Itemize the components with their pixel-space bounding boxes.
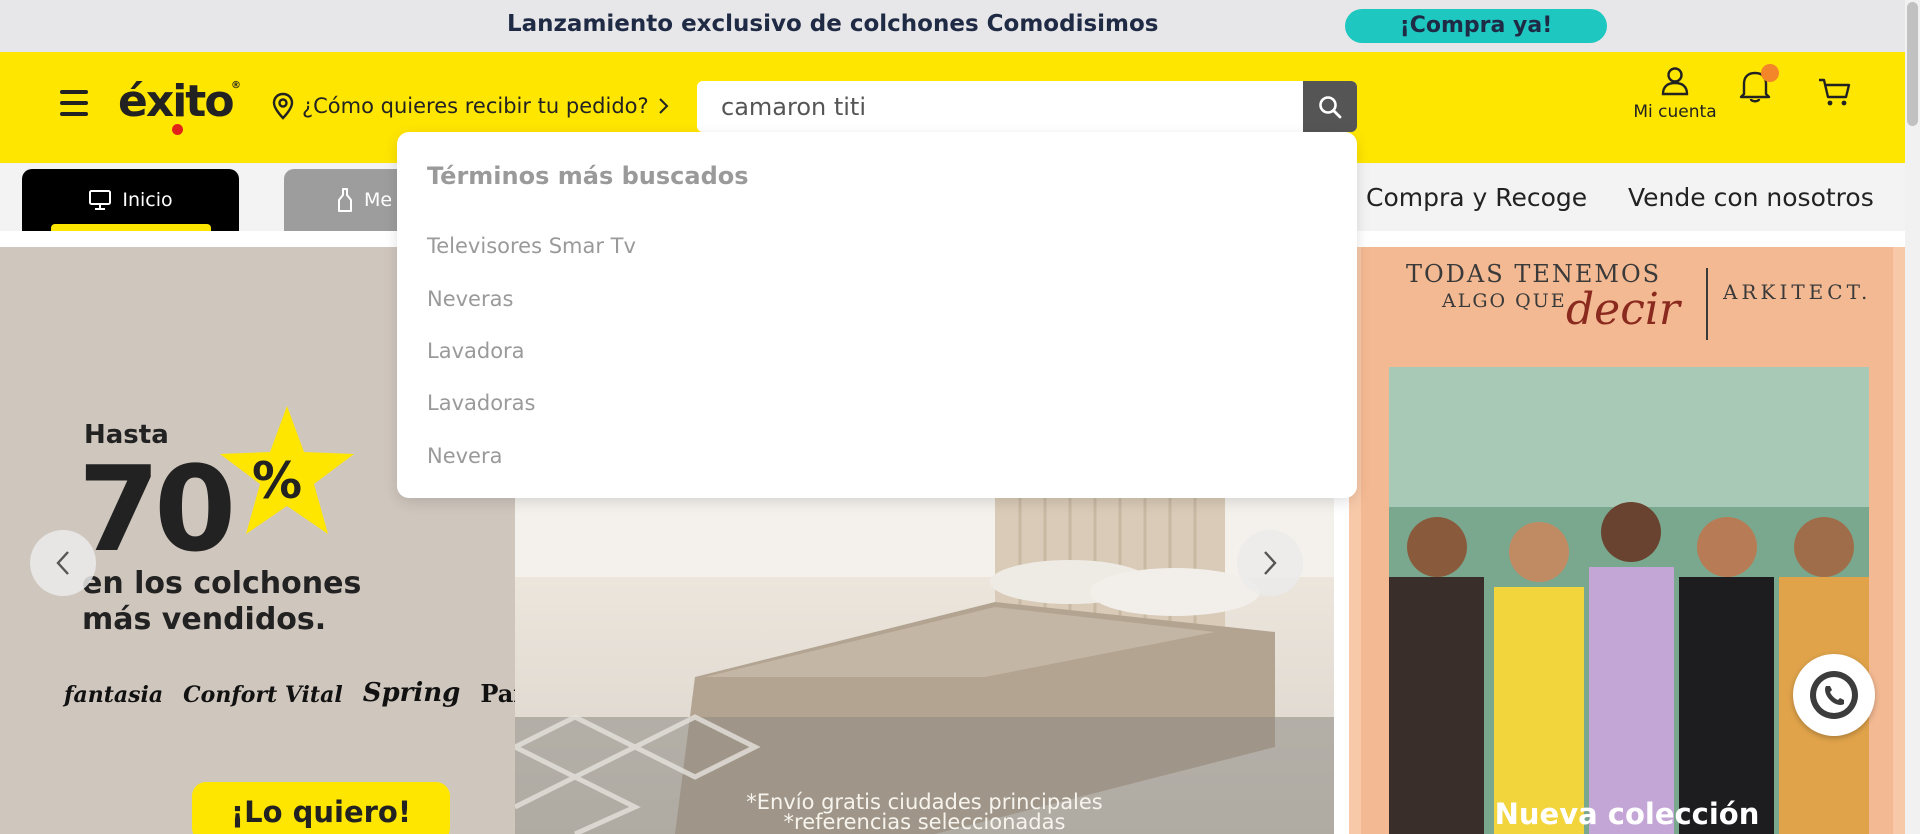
brand-spring: Spring [362,678,461,708]
nav-link-vende[interactable]: Vende con nosotros [1628,183,1874,212]
monitor-icon [89,190,112,210]
active-tab-indicator [51,224,211,231]
brand-confort-vital: Confort Vital [183,682,343,708]
hero-disclaimer: *Envío gratis ciudades principales *refe… [515,790,1334,834]
hero-disclaimer-2: *referencias seleccionadas [783,810,1066,834]
suggestion-item[interactable]: Lavadora [427,339,525,363]
registered-mark: ® [231,80,241,91]
hero-line-2: más vendidos. [82,602,327,637]
hero-disclaimer-1: *Envío gratis ciudades principales [746,790,1103,814]
scrollbar-thumb[interactable] [1907,2,1918,126]
brand-fantasia: fantasia [64,682,164,708]
suggestions-title: Términos más buscados [427,162,749,190]
announcement-text: Lanzamiento exclusivo de colchones Comod… [507,11,1159,37]
delivery-prompt: ¿Cómo quieres recibir tu pedido? [302,94,649,118]
tab-inicio[interactable]: Inicio [22,169,239,231]
announcement-cta-button[interactable]: ¡Compra ya! [1345,9,1607,43]
location-pin-icon [272,92,294,120]
side-banner-arkitect[interactable] [1349,247,1905,834]
search-input[interactable] [697,81,1302,132]
side-banner-divider [1706,268,1708,340]
account-label: Mi cuenta [1633,102,1717,122]
tab-inicio-label: Inicio [122,189,173,211]
suggestion-item[interactable]: Nevera [427,444,502,468]
page-root: Lanzamiento exclusivo de colchones Comod… [0,0,1920,834]
whatsapp-button[interactable] [1793,654,1875,736]
nav-link-compra-recoge[interactable]: Compra y Recoge [1366,183,1587,212]
whatsapp-icon [1810,671,1858,719]
logo-text: éxito [118,76,235,127]
bottle-icon [338,188,352,212]
search-button[interactable] [1303,81,1357,132]
brand-logos: fantasia Confort Vital Spring Paraíso [64,678,580,708]
exito-logo[interactable]: éxito ® [118,76,241,135]
delivery-selector[interactable]: ¿Cómo quieres recibir tu pedido? [272,92,669,120]
menu-icon[interactable] [60,90,88,116]
cart-icon [1819,78,1851,106]
logo-dot [172,124,183,135]
chevron-left-icon [56,551,69,575]
side-banner-brand: ARKITECT. [1723,280,1872,304]
hero-percent-sign: % [252,452,303,510]
cart-button[interactable] [1818,78,1852,112]
carousel-prev-button[interactable] [30,530,96,596]
suggestion-item[interactable]: Neveras [427,287,513,311]
notifications-button[interactable] [1738,64,1779,108]
notification-dot [1761,64,1779,82]
hero-line-1: en los colchones [82,566,362,601]
suggestion-item[interactable]: Lavadoras [427,391,536,415]
side-banner-cta[interactable]: Nueva colección [1349,797,1905,831]
hero-discount-value: 70 [78,440,236,578]
search-suggestions-dropdown: Términos más buscados Televisores Smar T… [397,132,1357,498]
search-icon [1319,95,1342,118]
account-button[interactable]: Mi cuenta [1625,66,1725,122]
announcement-bar: Lanzamiento exclusivo de colchones Comod… [0,0,1905,52]
user-icon [1661,67,1689,96]
chevron-right-icon [658,98,669,114]
models-illustration [1361,247,1893,834]
tab-mercado-label: Me [364,189,393,211]
carousel-next-button[interactable] [1237,530,1303,596]
chevron-right-icon [1264,551,1277,575]
side-banner-line-2: ALGO QUE [1442,290,1567,312]
suggestion-item[interactable]: Televisores Smar Tv [427,234,636,258]
lo-quiero-button[interactable]: ¡Lo quiero! [192,782,450,834]
hero-promo-lines: en los colchones más vendidos. [82,566,361,638]
search-bar [697,81,1357,132]
side-banner-accent: decir [1566,284,1680,335]
